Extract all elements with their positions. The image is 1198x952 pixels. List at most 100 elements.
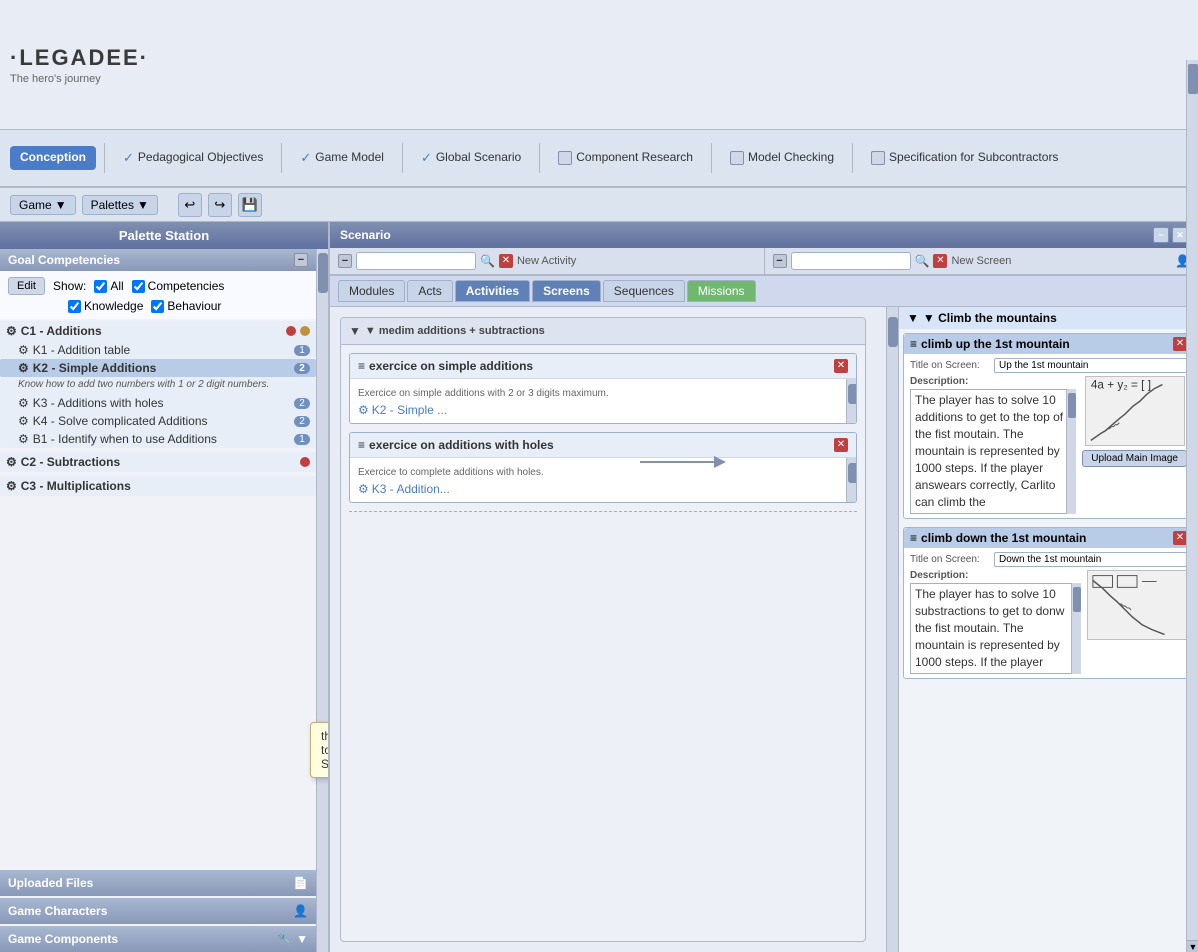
game-characters-section[interactable]: Game Characters 👤	[0, 898, 316, 924]
activity-card-1-desc: Exercice on simple additions with 2 or 3…	[358, 388, 838, 399]
title-input-2[interactable]	[994, 552, 1187, 567]
comp-item-k4[interactable]: ⚙ K4 - Solve complicated Additions 2	[0, 412, 316, 430]
nav-separator-3	[402, 143, 403, 173]
list-icon-sc1: ≡	[910, 337, 917, 351]
screen-search-input[interactable]	[791, 252, 911, 270]
undo-button[interactable]: ↩	[178, 193, 202, 217]
topbar: ·LEGADEE· The hero's journey	[0, 0, 1198, 130]
tab-missions[interactable]: Missions	[687, 280, 756, 302]
comp-item-k2[interactable]: ⚙ K2 - Simple Additions 2	[0, 359, 316, 377]
card1-scrollbar[interactable]	[846, 379, 856, 423]
tab-screens[interactable]: Screens	[532, 280, 601, 302]
save-button[interactable]: 💾	[238, 193, 262, 217]
subtitle: The hero's journey	[10, 73, 101, 85]
toolbar: Game ▼ Palettes ▼ ↩ ↪ 💾	[0, 188, 1198, 222]
upload-image-btn-1[interactable]: Upload Main Image	[1082, 450, 1187, 467]
screen-card-2: ≡ climb down the 1st mountain ✕ Title on…	[903, 527, 1194, 679]
redo-button[interactable]: ↪	[208, 193, 232, 217]
comp-item-b1[interactable]: ⚙ B1 - Identify when to use Additions 1	[0, 430, 316, 448]
checkbox-competencies[interactable]: Competencies	[132, 279, 225, 293]
close-screen-card-2[interactable]: ✕	[1173, 531, 1187, 545]
close-card-1-btn[interactable]: ✕	[834, 359, 848, 373]
badge-k4: 2	[294, 416, 310, 427]
gear-icon-k1: ⚙	[18, 343, 29, 357]
card2-scrollbar[interactable]	[846, 458, 856, 502]
game-dropdown[interactable]: Game ▼	[10, 195, 76, 215]
window-controls: − ✕	[1153, 227, 1188, 243]
right-panel: Scenario − ✕ − 🔍 ✕ New Activity − 🔍 ✕ Ne…	[330, 222, 1198, 952]
search-icon-screen[interactable]: 🔍	[915, 254, 930, 268]
gear-icon-card1: ⚙	[358, 403, 369, 417]
file-icon: 📄	[293, 876, 308, 890]
triangle-icon: ▼	[349, 324, 361, 338]
activity-card-1: ≡ exercice on simple additions ✕ Exercic…	[349, 353, 857, 424]
uploaded-files-section[interactable]: Uploaded Files 📄	[0, 870, 316, 896]
show-label: Show:	[53, 279, 86, 293]
tab-acts[interactable]: Acts	[407, 280, 452, 302]
scrollbar-down-arrow[interactable]: ▼	[1187, 940, 1198, 952]
title-input-1[interactable]	[994, 358, 1187, 373]
nav-separator-2	[281, 143, 282, 173]
checkbox-knowledge[interactable]: Knowledge	[68, 299, 143, 313]
desc-scrollbar-1[interactable]	[1066, 389, 1076, 514]
scenario-main: ▼ ▼ medim additions + subtractions ≡ exe…	[330, 307, 1198, 952]
activity-minus-btn[interactable]: −	[338, 254, 352, 268]
desc-image-row-1: Description: The player has to solve 10 …	[910, 376, 1187, 514]
canvas-scrollbar[interactable]	[886, 307, 898, 952]
activity-search-input[interactable]	[356, 252, 476, 270]
tab-activities[interactable]: Activities	[455, 280, 530, 302]
left-panel: Palette Station Goal Competencies − Edit…	[0, 222, 330, 952]
close-card-2-btn[interactable]: ✕	[834, 438, 848, 452]
checkbox-all[interactable]: All	[94, 279, 123, 293]
gear-icon-k2: ⚙	[18, 361, 29, 375]
gear-icon-c2: ⚙	[6, 455, 17, 469]
screen-minus-btn[interactable]: −	[773, 254, 787, 268]
group-c1-header[interactable]: ⚙ C1 - Additions	[0, 321, 316, 341]
nav-step-model-checking[interactable]: Model Checking	[720, 146, 844, 170]
checkbox-row-2: Knowledge Behaviour	[8, 299, 308, 313]
left-panel-scrollbar[interactable]	[316, 249, 328, 952]
nav-step-game-model[interactable]: ✓ Game Model	[290, 146, 394, 170]
search-icon-activity[interactable]: 🔍	[480, 254, 495, 268]
panel-title: Palette Station	[0, 222, 328, 249]
nav-step-component-research[interactable]: Component Research	[548, 146, 703, 170]
section-goal-competencies[interactable]: Goal Competencies −	[0, 249, 316, 271]
nav-separator-4	[539, 143, 540, 173]
gear-icon-k3: ⚙	[18, 396, 29, 410]
tab-sequences[interactable]: Sequences	[603, 280, 685, 302]
screen-panel-scrollbar[interactable]: ▼	[1186, 307, 1198, 952]
scenario-tabs: Modules Acts Activities Screens Sequence…	[330, 276, 1198, 307]
comp-item-k3[interactable]: ⚙ K3 - Additions with holes 2	[0, 394, 316, 412]
desc-scrollbar-2[interactable]	[1071, 583, 1081, 674]
logo-area: ·LEGADEE· The hero's journey	[10, 45, 149, 85]
edit-button[interactable]: Edit	[8, 277, 45, 295]
minimize-button[interactable]: −	[1153, 227, 1169, 243]
nav-step-specification[interactable]: Specification for Subcontractors	[861, 146, 1068, 170]
nav-step-global-scenario[interactable]: ✓ Global Scenario	[411, 146, 531, 170]
activity-close-btn[interactable]: ✕	[499, 254, 513, 268]
nav-step-conception[interactable]: Conception	[10, 146, 96, 170]
gear-icon-b1: ⚙	[18, 432, 29, 446]
competency-group-c1: ⚙ C1 - Additions ⚙ K1 - Addition table 1	[0, 321, 316, 448]
checkbox-behaviour[interactable]: Behaviour	[151, 299, 221, 313]
nav-separator-1	[104, 143, 105, 173]
new-screen-label: New Screen	[951, 255, 1011, 267]
game-components-section[interactable]: Game Components 🔧 ▼	[0, 926, 316, 952]
screen-close-btn[interactable]: ✕	[933, 254, 947, 268]
group-c2-header[interactable]: ⚙ C2 - Subtractions	[0, 452, 316, 472]
tab-modules[interactable]: Modules	[338, 280, 405, 302]
close-screen-card-1[interactable]: ✕	[1173, 337, 1187, 351]
comp-item-k1[interactable]: ⚙ K1 - Addition table 1	[0, 341, 316, 359]
desc-text-1[interactable]: The player has to solve 10 additions to …	[910, 389, 1076, 514]
nav-step-pedagogical[interactable]: ✓ Pedagogical Objectives	[113, 146, 273, 170]
scenario-header: Scenario − ✕	[330, 222, 1198, 248]
list-icon-1: ≡	[358, 359, 365, 373]
character-icon: 👤	[293, 904, 308, 918]
badge-k3: 2	[294, 398, 310, 409]
activity-card-2-header: ≡ exercice on additions with holes ✕	[350, 433, 856, 458]
group-c3-header[interactable]: ⚙ C3 - Multiplications	[0, 476, 316, 496]
title-label-1: Title on Screen:	[910, 360, 990, 371]
desc-text-2[interactable]: The player has to solve 10 substractions…	[910, 583, 1081, 674]
palettes-dropdown[interactable]: Palettes ▼	[82, 195, 158, 215]
collapse-section-btn[interactable]: −	[294, 253, 308, 267]
